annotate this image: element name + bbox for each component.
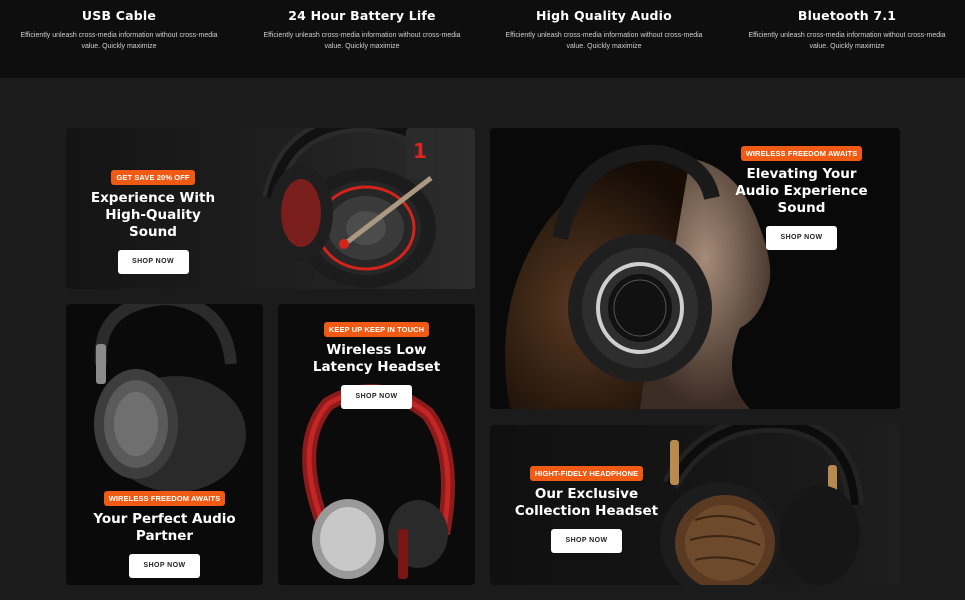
feature-title: USB Cable — [81, 8, 157, 23]
banner-badge: WIRELESS FREEDOM AWAITS — [740, 146, 863, 161]
banner-text: GET SAVE 20% OFF Experience With High-Qu… — [83, 167, 223, 274]
feature-title: High Quality Audio — [536, 8, 672, 23]
shop-now-button[interactable]: SHOP NOW — [341, 385, 412, 409]
banner-badge: HIGHT-FIDELY HEADPHONE — [529, 466, 644, 481]
banner-badge: WIRELESS FREEDOM AWAITS — [103, 491, 226, 506]
shop-now-button[interactable]: SHOP NOW — [117, 250, 189, 274]
shop-now-button[interactable]: SHOP NOW — [129, 554, 200, 578]
banner-text: WIRELESS FREEDOM AWAITS Elevating Your A… — [724, 143, 879, 250]
banner-title: Our Exclusive Collection Headset — [514, 486, 659, 519]
svg-text:1: 1 — [413, 139, 427, 163]
feature-description: Efficiently unleash cross-media informat… — [20, 32, 218, 50]
feature-usb-cable: USB Cable Efficiently unleash cross-medi… — [19, 8, 219, 52]
feature-battery-life: 24 Hour Battery Life Efficiently unleash… — [262, 8, 462, 52]
feature-description: Efficiently unleash cross-media informat… — [505, 32, 703, 50]
feature-title: Bluetooth 7.1 — [797, 8, 897, 23]
banner-title: Elevating Your Audio Experience Sound — [735, 166, 868, 216]
feature-title: 24 Hour Battery Life — [288, 8, 436, 23]
banner-text: KEEP UP KEEP IN TOUCH Wireless Low Laten… — [300, 319, 453, 409]
banner-high-quality-sound[interactable]: 1 GET SAVE 20% OFF Experience With High-… — [66, 128, 475, 289]
feature-description: Efficiently unleash cross-media informat… — [748, 32, 946, 50]
banner-title: Your Perfect Audio Partner — [93, 511, 236, 544]
feature-bluetooth: Bluetooth 7.1 Efficiently unleash cross-… — [747, 8, 947, 52]
feature-description: Efficiently unleash cross-media informat… — [263, 32, 461, 50]
banner-exclusive-collection[interactable]: HIGHT-FIDELY HEADPHONE Our Exclusive Col… — [490, 425, 900, 585]
features-strip: USB Cable Efficiently unleash cross-medi… — [0, 0, 965, 78]
feature-high-quality-audio: High Quality Audio Efficiently unleash c… — [504, 8, 704, 52]
banner-title: Experience With High-Quality Sound — [90, 190, 216, 240]
banner-badge: KEEP UP KEEP IN TOUCH — [323, 322, 430, 337]
banner-title: Wireless Low Latency Headset — [312, 342, 441, 375]
shop-now-button[interactable]: SHOP NOW — [551, 529, 622, 553]
banner-text: HIGHT-FIDELY HEADPHONE Our Exclusive Col… — [513, 463, 660, 553]
banner-text: WIRELESS FREEDOM AWAITS Your Perfect Aud… — [93, 488, 236, 578]
shop-now-button[interactable]: SHOP NOW — [766, 226, 837, 250]
banner-low-latency[interactable]: KEEP UP KEEP IN TOUCH Wireless Low Laten… — [278, 304, 475, 585]
banner-elevating-audio[interactable]: WIRELESS FREEDOM AWAITS Elevating Your A… — [490, 128, 900, 409]
banner-perfect-partner[interactable]: WIRELESS FREEDOM AWAITS Your Perfect Aud… — [66, 304, 263, 585]
banner-badge: GET SAVE 20% OFF — [111, 170, 195, 185]
